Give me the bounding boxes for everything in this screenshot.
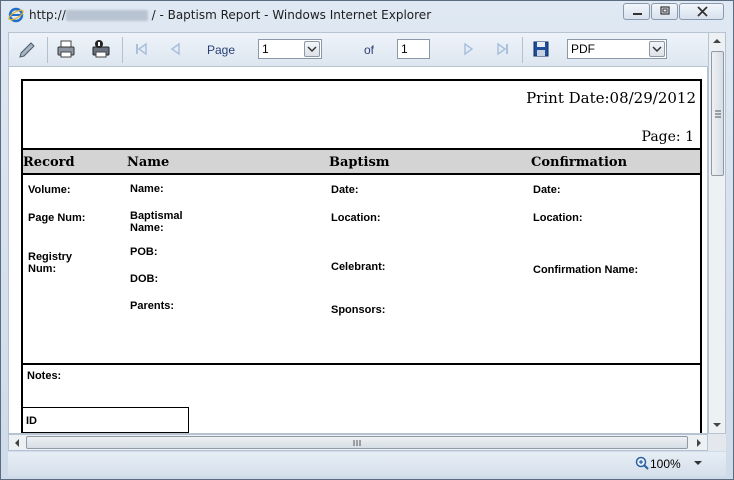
- scroll-up-icon[interactable]: [712, 37, 722, 45]
- name-label: Name:: [130, 183, 164, 195]
- zoom-level[interactable]: 100%: [650, 457, 681, 471]
- scroll-down-icon[interactable]: [712, 421, 722, 429]
- scroll-right-icon[interactable]: [695, 438, 703, 448]
- close-icon: [697, 6, 708, 17]
- scroll-left-icon[interactable]: [13, 438, 21, 448]
- previous-page-icon[interactable]: [165, 38, 187, 60]
- restore-button[interactable]: [651, 3, 678, 20]
- export-format-value: PDF: [571, 42, 595, 56]
- print-icon[interactable]: [55, 38, 77, 60]
- vertical-scroll-thumb[interactable]: [711, 51, 724, 176]
- id-box: ID: [23, 407, 189, 433]
- pob-label: POB:: [130, 246, 158, 258]
- restore-icon: [660, 6, 670, 15]
- notes-label: Notes:: [27, 370, 62, 382]
- minimize-icon: [633, 13, 642, 15]
- edit-icon[interactable]: [17, 38, 39, 60]
- column-header-baptism: Baptism: [329, 155, 390, 170]
- confirmation-date-label: Date:: [533, 184, 561, 196]
- title-url-prefix: http://: [29, 8, 66, 22]
- ie-icon: [8, 7, 24, 23]
- id-label: ID: [26, 415, 37, 427]
- zoom-icon: [635, 456, 649, 470]
- celebrant-label: Celebrant:: [331, 261, 386, 273]
- minimize-button[interactable]: [623, 3, 650, 20]
- close-button[interactable]: [679, 3, 724, 20]
- title-bar: http:// / - Baptism Report - Windows Int…: [1, 1, 733, 29]
- column-header-name: Name: [127, 155, 170, 170]
- registry-num-label: Registry Num:: [28, 251, 73, 275]
- parents-label: Parents:: [130, 300, 175, 312]
- report-page: Print Date:08/29/2012 Page: 1 Record Nam…: [21, 79, 702, 433]
- dob-label: DOB:: [130, 273, 159, 285]
- page-dropdown-button[interactable]: [304, 41, 320, 57]
- save-icon[interactable]: [530, 38, 552, 60]
- confirmation-location-label: Location:: [533, 212, 583, 224]
- baptism-date-label: Date:: [331, 184, 359, 196]
- page-label: Page: [207, 43, 236, 57]
- title-text: / - Baptism Report - Windows Internet Ex…: [147, 8, 432, 22]
- redacted-host: [65, 10, 148, 21]
- grip-icon: [715, 110, 721, 118]
- scrollbar-corner: [708, 434, 726, 451]
- export-format-select[interactable]: PDF: [567, 39, 667, 59]
- report-viewport: Print Date:08/29/2012 Page: 1 Record Nam…: [8, 66, 708, 434]
- vertical-scrollbar[interactable]: [708, 32, 726, 434]
- zoom-dropdown-icon[interactable]: [694, 461, 702, 466]
- report-toolbar: Page 1 of 1 PDF: [8, 32, 726, 66]
- print-date: Print Date:08/29/2012: [526, 89, 696, 107]
- chevron-down-icon: [307, 46, 317, 53]
- of-label: of: [364, 43, 375, 57]
- toolbar-separator: [122, 37, 123, 63]
- first-page-icon[interactable]: [130, 38, 152, 60]
- baptism-location-label: Location:: [331, 212, 381, 224]
- next-page-icon[interactable]: [457, 38, 479, 60]
- sponsors-label: Sponsors:: [331, 304, 386, 316]
- print-layout-icon[interactable]: [90, 38, 112, 60]
- window-title: http:// / - Baptism Report - Windows Int…: [29, 8, 431, 22]
- grip-icon: [353, 440, 361, 446]
- toolbar-separator: [47, 37, 48, 63]
- page-num-label: Page Num:: [28, 212, 86, 224]
- volume-label: Volume:: [28, 184, 71, 196]
- toolbar-separator: [522, 37, 523, 63]
- browser-window: http:// / - Baptism Report - Windows Int…: [0, 0, 734, 480]
- total-pages-field: 1: [397, 39, 430, 59]
- notes-divider: [23, 363, 700, 365]
- status-bar: 100%: [8, 452, 726, 476]
- export-dropdown-button[interactable]: [649, 41, 665, 57]
- confirmation-name-label: Confirmation Name:: [533, 264, 639, 276]
- horizontal-scroll-thumb[interactable]: [26, 436, 688, 449]
- last-page-icon[interactable]: [492, 38, 514, 60]
- page-select[interactable]: 1: [258, 39, 322, 59]
- page-select-value: 1: [262, 42, 269, 56]
- column-header-record: Record: [23, 155, 75, 170]
- chevron-down-icon: [652, 46, 662, 53]
- column-header-confirmation: Confirmation: [531, 155, 628, 170]
- horizontal-scrollbar[interactable]: [8, 434, 708, 451]
- baptismal-name-label: Baptismal Name:: [130, 210, 183, 234]
- page-number: Page: 1: [641, 129, 694, 145]
- report-column-header: Record Name Baptism Confirmation: [23, 148, 700, 175]
